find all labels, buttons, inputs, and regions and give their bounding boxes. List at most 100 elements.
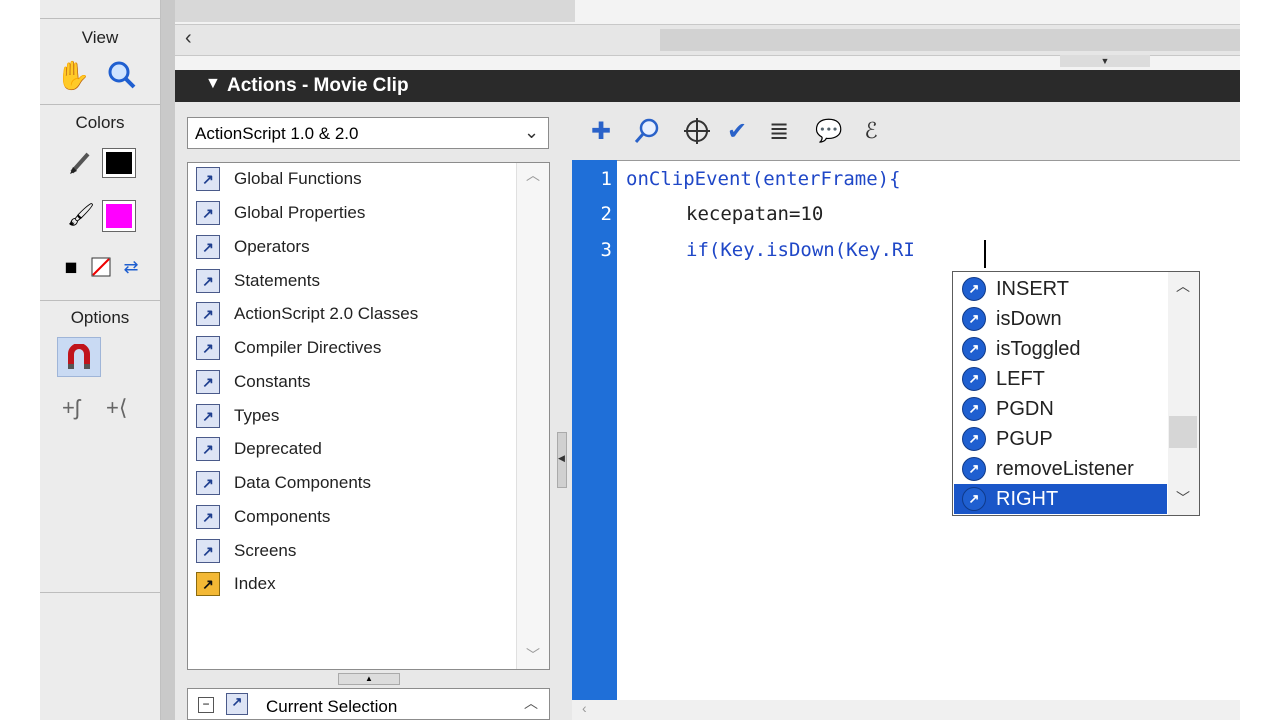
straighten-button[interactable]: +⟨ [106, 395, 142, 425]
tools-panel: View ✋ Colors 🖌 ◼ ⇄ Options +ʃ +⟨ [40, 0, 161, 720]
hand-icon: ✋ [55, 59, 91, 91]
pane-splitter[interactable]: ◀ [555, 102, 569, 720]
toolbox-item-data-components[interactable]: ↗ Data Components [196, 468, 371, 498]
scroll-thumb[interactable] [660, 29, 1240, 51]
toolbox-item-statements[interactable]: ↗ Statements [196, 266, 320, 296]
stroke-color-tool[interactable] [66, 148, 94, 176]
current-selection-label: Current Selection [266, 697, 398, 716]
scroll-down-icon[interactable]: ﹀ [1176, 488, 1190, 508]
book-icon: ↗ [196, 404, 220, 428]
toolbox-item-label: Data Components [234, 473, 372, 492]
scroll-thumb[interactable] [1169, 416, 1197, 448]
code-hint-item[interactable]: ↗ PGDN [954, 394, 1167, 424]
code-hint-item[interactable]: ↗ PGUP [954, 424, 1167, 454]
collapse-left-icon: ◀ [558, 453, 565, 463]
toolbox-item-index[interactable]: ↗ Index [196, 569, 276, 599]
scroll-up-icon[interactable]: ︿ [1176, 276, 1190, 296]
checkmark-icon: ✔ [726, 117, 748, 145]
pencil-icon [70, 152, 90, 174]
toolbox-item-global-functions[interactable]: ↗ Global Functions [196, 164, 362, 194]
collapse-minus-icon[interactable]: − [198, 697, 214, 713]
insert-target-path-button[interactable] [682, 116, 712, 146]
fill-color-tool[interactable]: 🖌 [66, 200, 96, 230]
smooth-button[interactable]: +ʃ [62, 395, 98, 425]
toolbox-item-screens[interactable]: ↗ Screens [196, 536, 296, 566]
no-color-button[interactable] [90, 256, 112, 278]
scroll-left-icon[interactable]: ‹ [582, 700, 587, 716]
auto-format-icon: ≣ [768, 117, 790, 145]
toolbox-resize-handle[interactable]: ▲ [338, 673, 400, 685]
smooth-icon: +ʃ [62, 395, 80, 420]
snap-to-objects-button[interactable] [57, 337, 101, 377]
code-hint-item[interactable]: ↗ removeListener [954, 454, 1167, 484]
index-book-icon: ↗ [196, 572, 220, 596]
toolbox-item-as2-classes[interactable]: ↗ ActionScript 2.0 Classes [196, 299, 418, 329]
code-hint-item-selected[interactable]: ↗ RIGHT [954, 484, 1167, 514]
collapse-arrow-icon[interactable]: ▼ [205, 75, 221, 93]
toolbox-item-components[interactable]: ↗ Components [196, 502, 330, 532]
code-hint-label: isToggled [996, 337, 1081, 360]
stroke-color-swatch[interactable] [102, 148, 136, 178]
editor-horizontal-scrollbar[interactable]: ‹ [572, 700, 1240, 720]
code-line-2[interactable]: kecepatan=10 [686, 203, 823, 225]
show-code-hint-button[interactable]: 💬 [814, 116, 844, 146]
book-icon: ↗ [196, 370, 220, 394]
code-line-3[interactable]: if(Key.isDown(Key.RI [686, 239, 915, 261]
horizontal-scrollbar[interactable]: ‹ [175, 24, 1240, 56]
toolbox-item-constants[interactable]: ↗ Constants [196, 367, 311, 397]
toolbox-item-label: Index [234, 574, 276, 593]
method-icon: ↗ [962, 307, 986, 331]
code-hint-popup: ↗ INSERT ↗ isDown ↗ isToggled ↗ LEFT ↗ PGDN ↗… [952, 271, 1200, 516]
scroll-left-icon[interactable]: ‹ [185, 27, 192, 50]
swap-colors-button[interactable]: ⇄ [118, 256, 144, 278]
code-hint-label: isDown [996, 307, 1062, 330]
find-icon [634, 118, 659, 143]
line-number: 3 [600, 239, 612, 261]
chevron-up-icon[interactable]: ︿ [524, 693, 538, 713]
text-cursor [984, 240, 986, 268]
toolbox-item-global-properties[interactable]: ↗ Global Properties [196, 198, 365, 228]
toolbox-item-operators[interactable]: ↗ Operators [196, 232, 310, 262]
code-hint-item[interactable]: ↗ isToggled [954, 334, 1167, 364]
code-hint-label: PGDN [996, 397, 1054, 420]
check-syntax-button[interactable]: ✔ [722, 116, 752, 146]
chevron-down-icon[interactable]: ⌄ [524, 122, 539, 143]
actionscript-version-select[interactable]: ActionScript 1.0 & 2.0 ⌄ [187, 117, 549, 149]
hand-tool-button[interactable]: ✋ [55, 58, 91, 92]
add-item-button[interactable]: ✚ [586, 116, 616, 146]
code-hint-item[interactable]: ↗ INSERT [954, 274, 1167, 304]
toolbox-item-label: Constants [234, 372, 311, 391]
fill-color-fill [106, 204, 132, 228]
debug-icon: ℰ [864, 118, 878, 143]
selected-version: ActionScript 1.0 & 2.0 [195, 124, 359, 143]
book-icon: ↗ [196, 302, 220, 326]
code-hint-item[interactable]: ↗ isDown [954, 304, 1167, 334]
code-hint-item[interactable]: ↗ LEFT [954, 364, 1167, 394]
toolbox-scrollbar[interactable]: ︿ ﹀ [516, 163, 549, 669]
debug-options-button[interactable]: ℰ [856, 116, 886, 146]
scroll-down-icon[interactable]: ﹀ [526, 645, 540, 665]
book-icon: ↗ [226, 693, 248, 715]
zoom-tool-button[interactable] [104, 58, 138, 92]
divider [40, 592, 160, 593]
book-icon: ↗ [196, 539, 220, 563]
toolbox-item-label: Screens [234, 541, 297, 560]
black-white-button[interactable]: ◼ [60, 256, 82, 278]
actions-panel-header[interactable]: ▼ Actions - Movie Clip [175, 70, 1240, 102]
auto-format-button[interactable]: ≣ [764, 116, 794, 146]
code-hint-scrollbar[interactable]: ︿ ﹀ [1168, 272, 1199, 515]
toolbox-item-deprecated[interactable]: ↗ Deprecated [196, 434, 322, 464]
toolbox-item-types[interactable]: ↗ Types [196, 401, 279, 431]
find-button[interactable] [632, 116, 662, 146]
method-icon: ↗ [962, 487, 986, 511]
current-selection-panel[interactable]: − ↗ Current Selection ︿ [187, 688, 550, 720]
code-line-1[interactable]: onClipEvent(enterFrame){ [626, 168, 901, 190]
straighten-icon: +⟨ [106, 395, 128, 420]
toolbox-item-compiler-directives[interactable]: ↗ Compiler Directives [196, 333, 381, 363]
fill-color-swatch[interactable] [102, 200, 136, 232]
chevron-down-icon: ▼ [1100, 56, 1110, 66]
splitter-handle[interactable]: ◀ [557, 432, 567, 488]
panel-resize-handle[interactable]: ▼ [1060, 55, 1150, 67]
actions-toolbox: ↗ Global Functions ↗ Global Properties ↗ Op… [187, 162, 550, 670]
scroll-up-icon[interactable]: ︿ [526, 165, 540, 185]
